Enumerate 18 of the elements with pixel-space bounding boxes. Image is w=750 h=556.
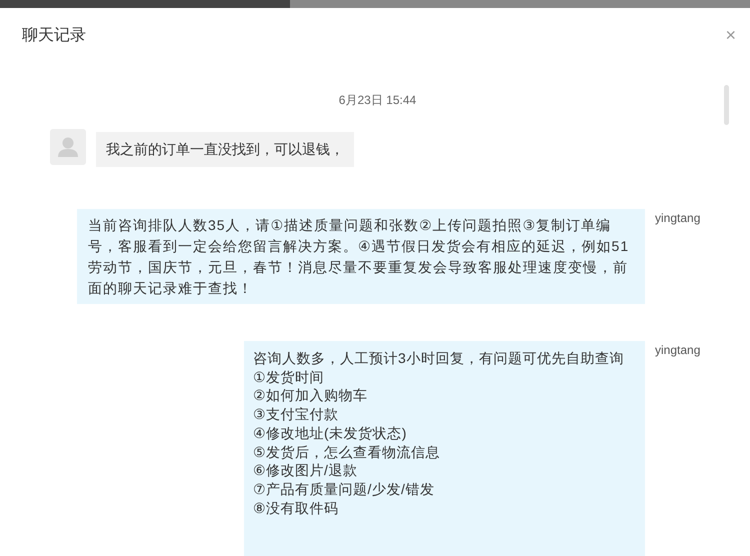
- message-text: ⑥修改图片/退款: [253, 461, 358, 480]
- timestamp: 6月23日 15:44: [338, 92, 416, 109]
- scrollbar-thumb[interactable]: [724, 85, 729, 125]
- sender-name: yingtang: [655, 343, 700, 357]
- sender-name: yingtang: [655, 211, 700, 225]
- dialog-title: 聊天记录: [22, 26, 86, 46]
- message-text: ⑤发货后，怎么查看物流信息: [253, 442, 442, 462]
- message-text: 我之前的订单一直没找到，可以退钱，: [106, 140, 344, 159]
- message-text: ④修改地址(未发货状态): [253, 424, 408, 443]
- message-text: 当前咨询排队人数35人，请①描述质量问题和张数②上传问题拍照③复制订单编号，客服看到一定会给您留言解决方案。④遇节假日发货会有相应的延迟，例如51劳动节，国庆节，元旦，春节！消息尽量不要重复发会导致客服处理速度变慢，前面的聊天记录难于查找！: [88, 216, 630, 298]
- message-text: ⑧没有取件码: [253, 498, 340, 518]
- close-button[interactable]: ×: [725, 26, 736, 44]
- message-text: ⑦产品有质量问题/少发/错发: [253, 480, 436, 499]
- message-text: ②如何加入购物车: [253, 386, 369, 406]
- message-text: ③支付宝付款: [253, 405, 340, 424]
- message-text: 咨询人数多，人工预计3小时回复，有问题可优先自助查询: [253, 349, 625, 368]
- avatar-icon: [50, 129, 86, 165]
- message-text: ①发货时间: [253, 368, 326, 386]
